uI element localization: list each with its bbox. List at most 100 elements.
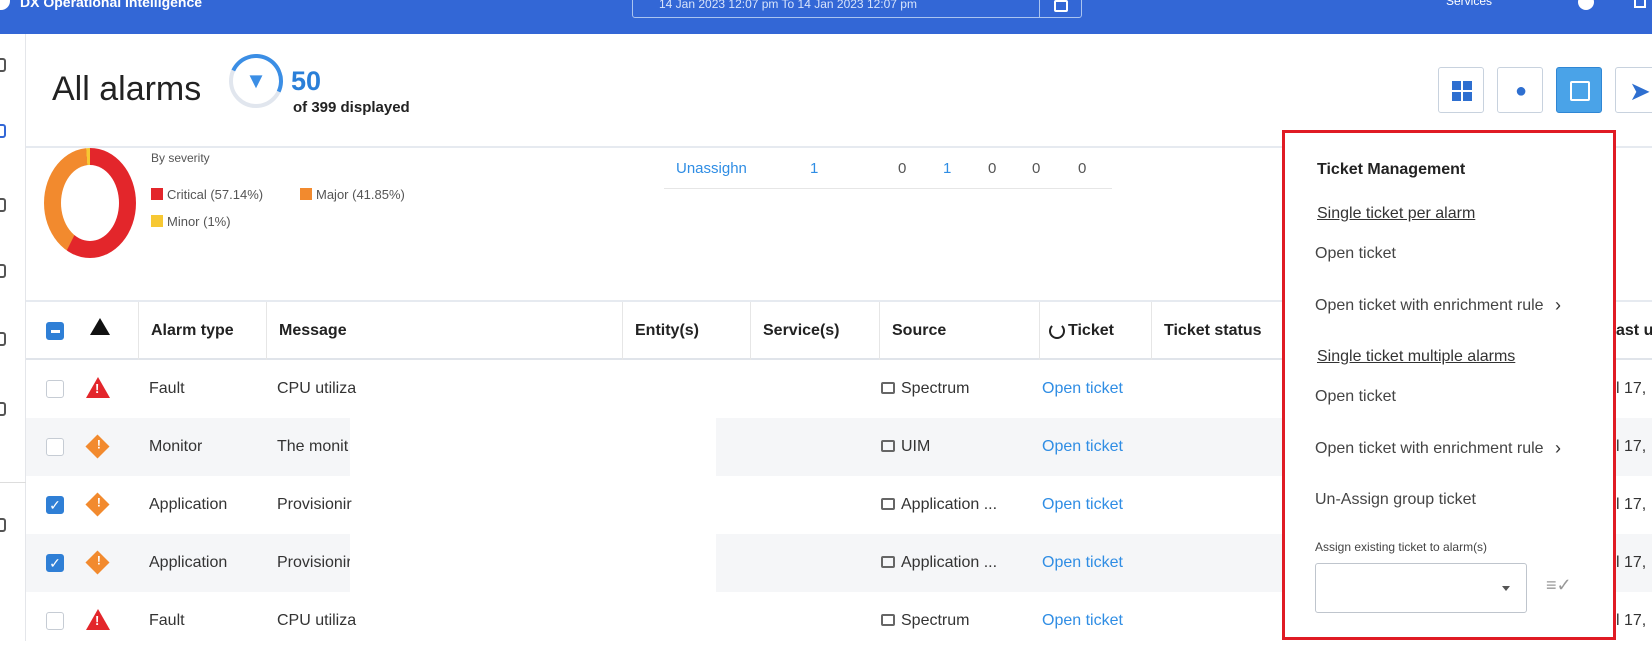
cell-source: Application ... xyxy=(901,496,998,513)
open-ticket-link[interactable]: Open ticket xyxy=(1042,360,1123,418)
legend-minor: Minor (1%) xyxy=(151,214,231,229)
row-checkbox[interactable] xyxy=(46,612,64,630)
cell-alarm-type: Application xyxy=(149,496,228,513)
assign-value-1: 1 xyxy=(810,160,819,177)
column-entities[interactable]: Entity(s) xyxy=(622,302,750,360)
clipboard-icon xyxy=(1570,81,1590,101)
row-checkbox-checked[interactable]: ✓ xyxy=(46,554,64,572)
row-checkbox[interactable] xyxy=(46,438,64,456)
menu-open-group-ticket[interactable]: Open ticket xyxy=(1315,388,1396,406)
dashboard-view-button[interactable] xyxy=(1438,67,1484,113)
select-all-checkbox[interactable] xyxy=(46,322,64,340)
menu-open-ticket[interactable]: Open ticket xyxy=(1315,245,1396,263)
menu-unassign-group-ticket[interactable]: Un-Assign group ticket xyxy=(1315,491,1476,509)
section-single-ticket-per-alarm: Single ticket per alarm xyxy=(1317,205,1476,222)
assign-value-6: 0 xyxy=(1078,160,1087,177)
nav-search-icon[interactable] xyxy=(0,332,6,346)
cell-alarm-type: Fault xyxy=(149,380,185,397)
application-source-icon xyxy=(881,498,895,510)
spectrum-source-icon xyxy=(881,614,895,626)
menu-title: Ticket Management xyxy=(1317,161,1466,178)
bell-icon: ● xyxy=(1514,80,1528,102)
time-range-text: 14 Jan 2023 12:07 pm To 14 Jan 2023 12:0… xyxy=(659,0,917,11)
critical-severity-icon xyxy=(86,377,110,398)
calendar-icon xyxy=(1054,0,1068,12)
cell-source: UIM xyxy=(901,438,931,455)
app-title: DX Operational Intelligence xyxy=(20,0,203,10)
nav-divider xyxy=(0,482,26,483)
column-message[interactable]: Message xyxy=(266,302,622,360)
displayed-caption: of 399 displayed xyxy=(293,99,410,116)
cell-message: CPU utiliza xyxy=(277,612,357,629)
nav-topology-icon[interactable] xyxy=(0,264,6,278)
column-last-update[interactable]: ast u xyxy=(1616,302,1652,360)
cell-last-update: l 17, xyxy=(1616,380,1647,397)
apps-icon[interactable] xyxy=(1634,0,1646,8)
cell-last-update: l 17, xyxy=(1616,612,1647,629)
severity-column-icon[interactable] xyxy=(90,318,110,335)
cell-last-update: l 17, xyxy=(1616,438,1647,455)
chevron-right-icon: › xyxy=(1555,295,1561,315)
nav-alarms-icon[interactable] xyxy=(0,124,6,138)
column-alarm-type[interactable]: Alarm type xyxy=(138,302,266,360)
assign-value-2: 0 xyxy=(898,160,907,177)
column-source[interactable]: Source xyxy=(879,302,1039,360)
assign-existing-label: Assign existing ticket to alarm(s) xyxy=(1315,540,1488,554)
legend-major: Major (41.85%) xyxy=(300,187,405,202)
nav-settings-icon[interactable] xyxy=(0,518,6,532)
legend-minor-swatch xyxy=(151,215,163,227)
cell-alarm-type: Monitor xyxy=(149,438,203,455)
nav-dashboard-icon[interactable] xyxy=(0,58,6,72)
grid-icon xyxy=(1452,81,1472,101)
page-title: All alarms xyxy=(52,70,202,108)
menu-open-group-ticket-enrichment[interactable]: Open ticket with enrichment rule xyxy=(1315,440,1544,458)
cell-alarm-type: Fault xyxy=(149,612,185,629)
send-button[interactable]: ➤ xyxy=(1615,67,1652,113)
ticket-management-menu: Ticket Management Single ticket per alar… xyxy=(1282,130,1616,640)
cell-alarm-type: Application xyxy=(149,554,228,571)
row-checkbox-checked[interactable]: ✓ xyxy=(46,496,64,514)
top-bar: DX Operational Intelligence 14 Jan 2023 … xyxy=(0,0,1652,34)
open-ticket-link[interactable]: Open ticket xyxy=(1042,592,1123,650)
column-ticket-status[interactable]: Ticket status xyxy=(1151,302,1301,360)
assign-value-3: 1 xyxy=(943,160,952,177)
time-range-picker[interactable]: 14 Jan 2023 12:07 pm To 14 Jan 2023 12:0… xyxy=(632,0,1082,18)
nav-reports-icon[interactable] xyxy=(0,402,6,416)
displayed-count: 50 xyxy=(291,66,322,96)
notifications-button[interactable]: ● xyxy=(1497,67,1543,113)
chevron-right-icon: › xyxy=(1555,438,1561,458)
apply-list-icon[interactable]: ≡✓ xyxy=(1546,575,1574,595)
unassigned-link[interactable]: Unassighn xyxy=(676,160,747,177)
power-icon xyxy=(1049,323,1065,339)
legend-critical: Critical (57.14%) xyxy=(151,187,263,202)
open-ticket-link[interactable]: Open ticket xyxy=(1042,534,1123,592)
open-ticket-link[interactable]: Open ticket xyxy=(1042,476,1123,534)
dropdown-caret-icon xyxy=(1502,586,1510,591)
services-link[interactable]: Services xyxy=(1446,0,1492,8)
cell-source: Spectrum xyxy=(901,612,970,629)
nav-services-icon[interactable] xyxy=(0,198,6,212)
filter-icon: ▼ xyxy=(245,68,267,93)
left-nav xyxy=(0,34,26,641)
filter-progress-ring[interactable]: ▼ xyxy=(221,46,291,116)
open-ticket-link[interactable]: Open ticket xyxy=(1042,418,1123,476)
calendar-button[interactable] xyxy=(1039,0,1081,17)
ticket-management-button[interactable] xyxy=(1556,67,1602,113)
column-services[interactable]: Service(s) xyxy=(750,302,879,360)
donut-hole xyxy=(61,165,119,241)
message-overflow-cover xyxy=(350,534,716,592)
legend-title: By severity xyxy=(151,151,210,165)
uim-source-icon xyxy=(881,440,895,452)
assign-ticket-select[interactable] xyxy=(1315,563,1527,613)
help-icon[interactable] xyxy=(1578,0,1594,10)
assign-value-5: 0 xyxy=(1032,160,1041,177)
cell-message: Provisionir xyxy=(277,496,352,513)
menu-open-ticket-enrichment[interactable]: Open ticket with enrichment rule xyxy=(1315,297,1544,315)
row-checkbox[interactable] xyxy=(46,380,64,398)
cell-source: Spectrum xyxy=(901,380,970,397)
spectrum-source-icon xyxy=(881,382,895,394)
critical-severity-icon xyxy=(86,609,110,630)
section-single-ticket-multiple-alarms: Single ticket multiple alarms xyxy=(1317,348,1516,365)
assign-divider xyxy=(664,188,1112,189)
cell-last-update: l 17, xyxy=(1616,554,1647,571)
